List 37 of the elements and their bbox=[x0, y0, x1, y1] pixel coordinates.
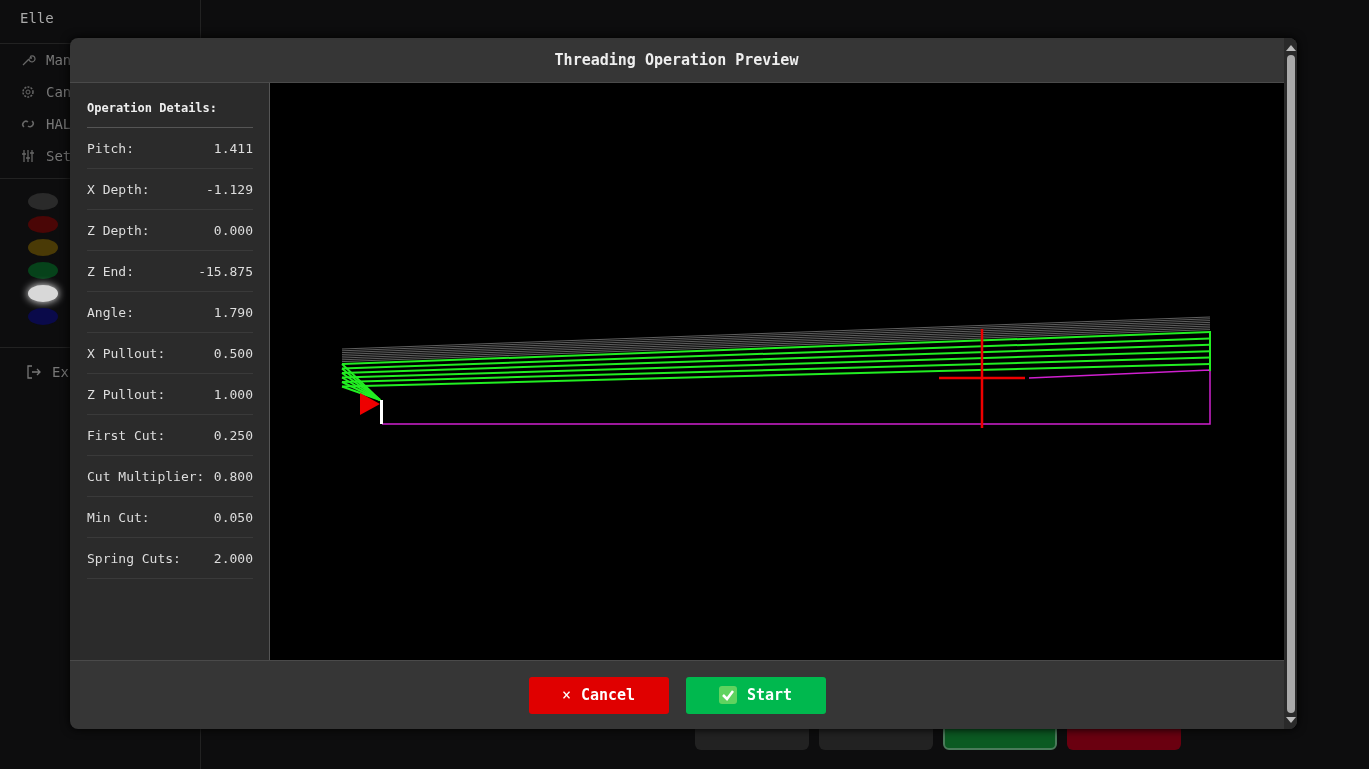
detail-label: Min Cut: bbox=[87, 509, 150, 525]
detail-value: 1.790 bbox=[213, 304, 253, 320]
cancel-button[interactable]: × Cancel bbox=[528, 676, 669, 714]
detail-label: Angle: bbox=[87, 304, 134, 320]
scrollbar[interactable] bbox=[1284, 38, 1297, 729]
detail-value: -1.129 bbox=[206, 181, 253, 197]
menu-item[interactable]: Man bbox=[46, 52, 72, 68]
check-icon bbox=[718, 686, 737, 704]
detail-label: Pitch: bbox=[87, 140, 134, 156]
settings-icon bbox=[20, 84, 36, 100]
detail-value: 0.050 bbox=[213, 509, 253, 525]
detail-label: Z End: bbox=[87, 263, 134, 279]
menu-item[interactable]: Set bbox=[46, 148, 72, 164]
start-button[interactable]: Start bbox=[685, 676, 826, 714]
detail-value: -15.875 bbox=[198, 263, 253, 279]
detail-value: 0.800 bbox=[213, 468, 253, 484]
detail-label: First Cut: bbox=[87, 427, 166, 443]
detail-label: X Pullout: bbox=[87, 345, 166, 361]
detail-value: 0.000 bbox=[213, 222, 253, 238]
detail-label: Z Pullout: bbox=[87, 386, 166, 402]
dialog-title: Threading Operation Preview bbox=[554, 51, 799, 69]
exit-link[interactable]: Ex bbox=[52, 364, 69, 380]
detail-value: 0.500 bbox=[213, 345, 253, 361]
detail-value: 1.411 bbox=[213, 140, 253, 156]
sliders-icon bbox=[20, 148, 36, 164]
detail-value: 1.000 bbox=[213, 386, 253, 402]
detail-label: Cut Multiplier: bbox=[87, 468, 205, 484]
exit-icon bbox=[26, 364, 42, 380]
menu-item[interactable]: HAL bbox=[46, 116, 72, 132]
detail-label: Z Depth: bbox=[87, 222, 150, 238]
details-heading: Operation Details: bbox=[87, 95, 253, 128]
detail-label: Spring Cuts: bbox=[87, 550, 181, 566]
wrench-icon bbox=[20, 52, 36, 68]
detail-label: X Depth: bbox=[87, 181, 150, 197]
menu-item[interactable]: Can bbox=[46, 84, 72, 100]
detail-value: 2.000 bbox=[213, 550, 253, 566]
detail-value: 0.250 bbox=[213, 427, 253, 443]
